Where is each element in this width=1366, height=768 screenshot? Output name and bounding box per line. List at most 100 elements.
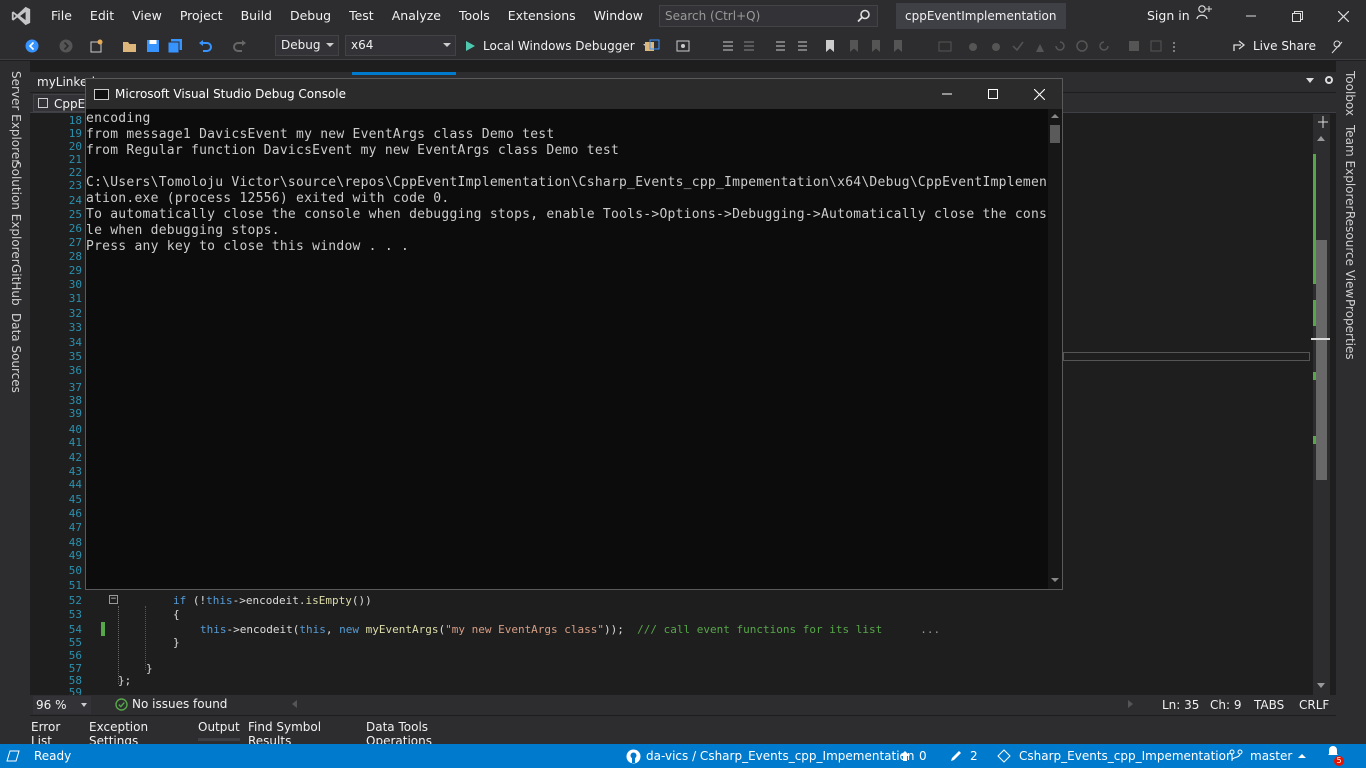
- menu-tools[interactable]: Tools: [450, 0, 499, 32]
- uncomment-icon[interactable]: [793, 38, 809, 54]
- tab-output[interactable]: Output: [198, 720, 240, 741]
- browser-link-icon[interactable]: [675, 38, 691, 54]
- scroll-down-icon[interactable]: [1051, 578, 1059, 582]
- column-indicator[interactable]: Ch: 9: [1210, 698, 1241, 712]
- debug-console-window[interactable]: Microsoft Visual Studio Debug Console en…: [85, 78, 1063, 590]
- restore-button[interactable]: [1274, 0, 1320, 32]
- search-icon[interactable]: [857, 9, 871, 26]
- redo-icon[interactable]: [232, 38, 248, 54]
- bookmark-icon[interactable]: [822, 38, 838, 54]
- solution-explorer-tab[interactable]: Solution Explorer: [9, 161, 23, 264]
- console-scrollbar[interactable]: [1048, 109, 1062, 589]
- indentation-indicator[interactable]: TABS: [1254, 698, 1284, 712]
- notifications-button[interactable]: 5: [1326, 744, 1344, 766]
- repository-indicator[interactable]: Csharp_Events_cpp_Impementation: [997, 744, 1234, 768]
- open-file-icon[interactable]: [122, 38, 138, 54]
- menu-extensions[interactable]: Extensions: [499, 0, 585, 32]
- step-into-icon[interactable]: [720, 38, 736, 54]
- github-tab[interactable]: GitHub: [9, 264, 23, 306]
- scrollbar-thumb[interactable]: [1316, 240, 1327, 480]
- server-explorer-tab[interactable]: Server Explorer: [9, 71, 23, 164]
- console-scrollbar-thumb[interactable]: [1050, 125, 1060, 143]
- history-back-icon[interactable]: [1052, 38, 1068, 54]
- line-number: 24: [68, 194, 82, 207]
- data-sources-tab[interactable]: Data Sources: [9, 313, 23, 393]
- database-icon[interactable]: [1126, 38, 1142, 54]
- zoom-dropdown[interactable]: 96 %: [33, 696, 91, 714]
- diagnostic-tools-icon[interactable]: [937, 38, 953, 54]
- arrow-up-icon: [900, 751, 910, 761]
- run-tests-icon[interactable]: [988, 38, 1004, 54]
- code-line-53: {: [173, 608, 180, 621]
- line-indicator[interactable]: Ln: 35: [1162, 698, 1199, 712]
- configuration-value: Debug: [281, 38, 321, 52]
- scroll-down-icon[interactable]: [1317, 683, 1325, 688]
- scroll-up-icon[interactable]: [1317, 136, 1325, 141]
- tab-list-dropdown-icon[interactable]: [1306, 78, 1314, 83]
- new-project-icon[interactable]: [88, 38, 104, 54]
- console-output[interactable]: encoding from message1 DavicsEvent my ne…: [86, 109, 1055, 589]
- feedback-icon[interactable]: [1330, 38, 1346, 54]
- properties-tab[interactable]: Properties: [1343, 299, 1357, 360]
- close-button[interactable]: [1320, 0, 1366, 32]
- step-over-icon[interactable]: [741, 38, 757, 54]
- check-icon[interactable]: [1010, 38, 1026, 54]
- team-explorer-tab[interactable]: Team Explorer: [1343, 125, 1357, 211]
- back-navigation-icon[interactable]: [24, 38, 40, 54]
- menu-project[interactable]: Project: [171, 0, 232, 32]
- scroll-left-icon[interactable]: [292, 700, 297, 708]
- link-icon[interactable]: [1148, 38, 1164, 54]
- cleanup-icon[interactable]: [1032, 38, 1048, 54]
- save-icon[interactable]: [145, 38, 161, 54]
- line-number: 44: [68, 478, 82, 491]
- comment-out-icon[interactable]: [771, 38, 787, 54]
- unpushed-commits-indicator[interactable]: 0: [899, 744, 927, 768]
- toolbox-tab[interactable]: Toolbox: [1343, 71, 1357, 116]
- console-close-button[interactable]: [1016, 79, 1062, 109]
- resource-view-tab[interactable]: Resource View: [1343, 211, 1357, 298]
- previous-bookmark-icon[interactable]: [868, 38, 884, 54]
- history-icon[interactable]: [1074, 38, 1090, 54]
- live-unit-test-icon[interactable]: [965, 38, 981, 54]
- menu-view[interactable]: View: [123, 0, 171, 32]
- menu-test[interactable]: Test: [340, 0, 383, 32]
- solution-platform-dropdown[interactable]: x64: [345, 35, 456, 56]
- line-ending-indicator[interactable]: CRLF: [1299, 698, 1329, 712]
- clear-bookmarks-icon[interactable]: [890, 38, 906, 54]
- search-input[interactable]: Search (Ctrl+Q): [659, 5, 878, 27]
- console-line: ation.exe (process 12556) exited with co…: [86, 191, 450, 206]
- menu-analyze[interactable]: Analyze: [383, 0, 450, 32]
- editor-vertical-scrollbar[interactable]: [1311, 114, 1330, 695]
- issues-indicator[interactable]: No issues found: [115, 697, 227, 711]
- visual-studio-logo-icon[interactable]: [0, 0, 42, 32]
- menu-edit[interactable]: Edit: [81, 0, 123, 32]
- menu-build[interactable]: Build: [232, 0, 281, 32]
- sign-in-button[interactable]: Sign in: [1147, 0, 1212, 32]
- minimize-button[interactable]: [1228, 0, 1274, 32]
- forward-navigation-icon[interactable]: [58, 38, 74, 54]
- next-bookmark-icon[interactable]: [846, 38, 862, 54]
- toolbar-overflow-icon[interactable]: [1166, 38, 1182, 54]
- menu-window[interactable]: Window: [585, 0, 652, 32]
- split-window-icon[interactable]: [1318, 116, 1328, 131]
- menu-debug[interactable]: Debug: [281, 0, 340, 32]
- refresh-icon[interactable]: [1096, 38, 1112, 54]
- pending-changes-indicator[interactable]: 2: [950, 744, 978, 768]
- branch-indicator[interactable]: master: [1229, 744, 1307, 768]
- process-icon[interactable]: [644, 38, 660, 54]
- token-comment: /// call event functions for its list: [637, 623, 883, 636]
- live-share-button[interactable]: Live Share: [1232, 36, 1316, 56]
- debug-console-titlebar[interactable]: Microsoft Visual Studio Debug Console: [86, 79, 1062, 109]
- scroll-up-icon[interactable]: [1051, 114, 1059, 118]
- console-minimize-button[interactable]: [924, 79, 970, 109]
- scroll-right-icon[interactable]: [1128, 700, 1133, 708]
- settings-gear-icon[interactable]: [1323, 74, 1335, 89]
- solution-configuration-dropdown[interactable]: Debug: [275, 35, 339, 56]
- save-all-icon[interactable]: [167, 38, 183, 54]
- github-repo-indicator[interactable]: da-vics / Csharp_Events_cpp_Impementatio…: [626, 744, 915, 768]
- start-debugger-button[interactable]: Local Windows Debugger: [463, 36, 651, 56]
- console-maximize-button[interactable]: [970, 79, 1016, 109]
- menu-file[interactable]: File: [42, 0, 81, 32]
- collapse-region-icon[interactable]: −: [109, 595, 118, 604]
- undo-icon[interactable]: [197, 38, 213, 54]
